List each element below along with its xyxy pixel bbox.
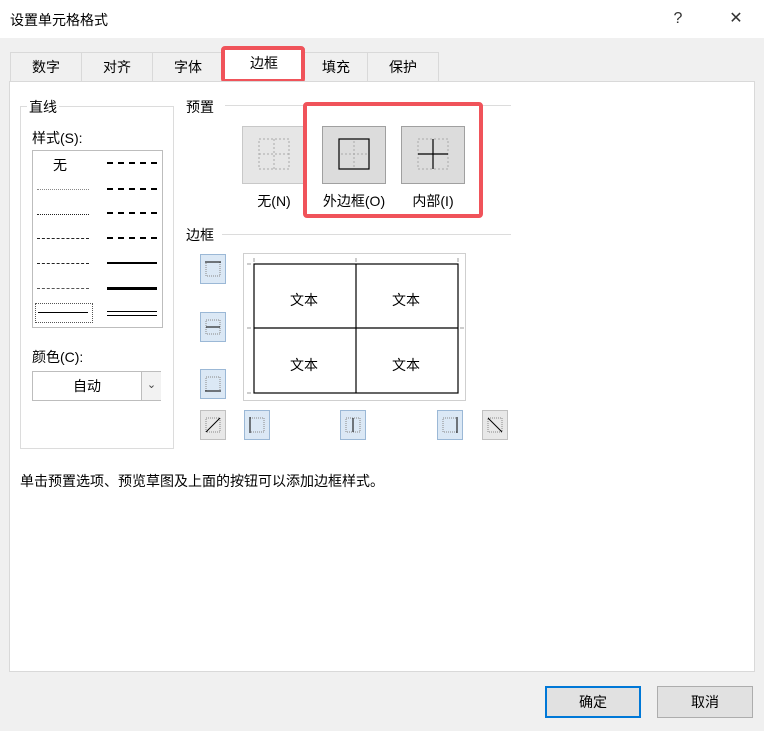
- hint-text: 单击预置选项、预览草图及上面的按钮可以添加边框样式。: [20, 473, 384, 489]
- tab-number[interactable]: 数字: [10, 52, 82, 81]
- preset-none-icon: [258, 138, 290, 170]
- border-divider: [222, 234, 511, 235]
- style-double[interactable]: [107, 311, 157, 316]
- tab-font[interactable]: 字体: [152, 52, 224, 81]
- border-inside-vertical-icon: [345, 417, 361, 433]
- preset-none-label: 无(N): [257, 193, 291, 209]
- presets-section-label: 预置: [186, 99, 214, 115]
- preview-cell-text: 文本: [392, 357, 420, 373]
- tab-fill[interactable]: 填充: [304, 52, 368, 81]
- close-button[interactable]: ✕: [722, 6, 750, 32]
- border-inside-vertical-button[interactable]: [340, 410, 366, 440]
- style-thick[interactable]: [107, 287, 157, 290]
- border-inside-horizontal-button[interactable]: [200, 312, 226, 342]
- diagonal-down-icon: [487, 417, 503, 433]
- style-medium-dash-dot[interactable]: [107, 212, 157, 214]
- tab-highlight-box: [221, 46, 305, 83]
- preview-cell-text: 文本: [290, 357, 318, 373]
- style-dotted[interactable]: [37, 214, 89, 215]
- border-right-button[interactable]: [437, 410, 463, 440]
- line-style-list[interactable]: 无: [32, 150, 163, 328]
- border-left-button[interactable]: [244, 410, 270, 440]
- line-group-label: 直线: [27, 97, 59, 117]
- color-value: 自动: [73, 378, 101, 394]
- help-button[interactable]: ?: [664, 6, 692, 32]
- border-left-icon: [249, 417, 265, 433]
- style-dashed[interactable]: [37, 288, 89, 289]
- style-thin-line: [38, 312, 88, 313]
- border-preview[interactable]: 文本 文本 文本 文本: [243, 253, 466, 401]
- style-thin-selected[interactable]: [35, 303, 93, 323]
- style-medium-dashed[interactable]: [107, 237, 157, 239]
- border-inside-horizontal-icon: [205, 319, 221, 335]
- diagonal-up-icon: [205, 417, 221, 433]
- border-diagonal-down-button[interactable]: [482, 410, 508, 440]
- style-none[interactable]: 无: [53, 155, 67, 175]
- preview-cell-text: 文本: [392, 292, 420, 308]
- dialog-title: 设置单元格格式: [10, 12, 108, 28]
- border-right-icon: [442, 417, 458, 433]
- border-top-icon: [205, 261, 221, 277]
- style-medium[interactable]: [107, 262, 157, 264]
- style-hairline[interactable]: [37, 189, 89, 190]
- preview-grid: [247, 258, 464, 394]
- preset-none-button[interactable]: [242, 126, 306, 184]
- chevron-down-icon[interactable]: ⌄: [141, 372, 161, 400]
- style-dash-dot[interactable]: [37, 263, 89, 264]
- tab-protection[interactable]: 保护: [367, 52, 439, 81]
- border-diagonal-up-button[interactable]: [200, 410, 226, 440]
- preview-cell-text: 文本: [290, 292, 318, 308]
- ok-button[interactable]: 确定: [545, 686, 641, 718]
- title-bar: [0, 0, 764, 38]
- border-section-label: 边框: [186, 227, 214, 243]
- border-bottom-icon: [205, 376, 221, 392]
- style-label: 样式(S):: [32, 130, 83, 146]
- style-slant-dash-dot[interactable]: [107, 188, 157, 190]
- style-medium-dash-dot-dot[interactable]: [107, 162, 157, 164]
- border-bottom-button[interactable]: [200, 369, 226, 399]
- border-top-button[interactable]: [200, 254, 226, 284]
- cancel-button[interactable]: 取消: [657, 686, 753, 718]
- presets-highlight-box: [303, 102, 483, 218]
- style-dash-dot-dot[interactable]: [37, 238, 89, 239]
- tab-alignment[interactable]: 对齐: [81, 52, 153, 81]
- color-label: 颜色(C):: [32, 349, 84, 365]
- color-dropdown[interactable]: 自动 ⌄: [32, 371, 161, 401]
